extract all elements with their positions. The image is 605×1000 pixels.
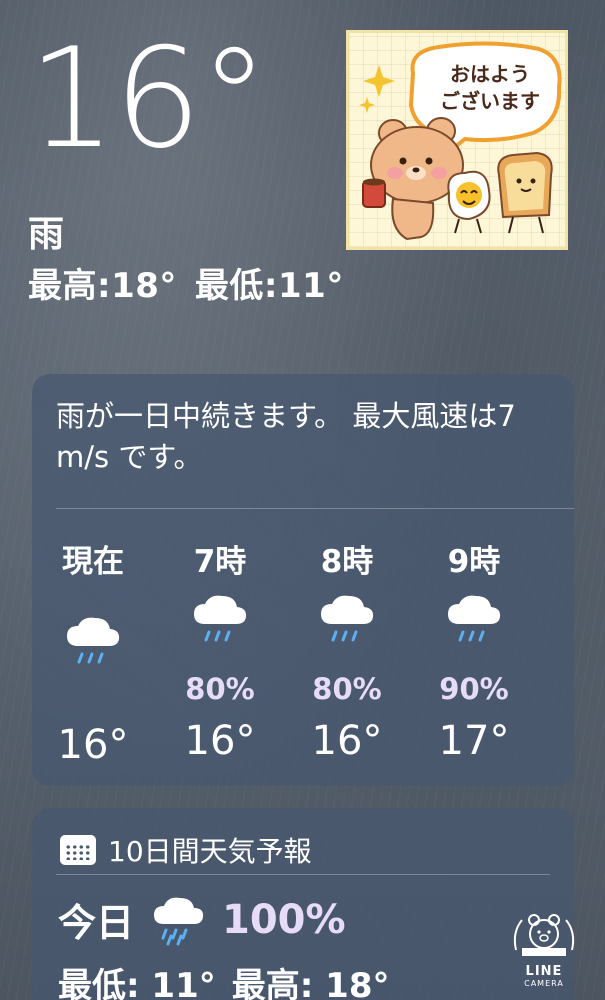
hourly-time-label: 9時 [447, 544, 501, 580]
hourly-temperature: 1 [546, 718, 574, 764]
sticker-greeting-line2: ございます [440, 89, 540, 113]
rain-cloud-icon [38, 616, 148, 676]
rain-cloud-icon [292, 594, 402, 672]
hourly-time-label: 1 [546, 536, 574, 576]
hourly-temperature: 16° [57, 722, 129, 768]
hourly-precip-probability: 90% [439, 672, 509, 706]
hourly-item: 1 9 1 [546, 536, 574, 764]
bear-badge-icon [513, 914, 575, 956]
current-condition: 雨 [28, 214, 65, 255]
hourly-time-label: 8時 [320, 544, 374, 580]
daily-precip-probability: 100% [222, 896, 346, 943]
current-temperature: 16° [28, 18, 269, 179]
hourly-precip-probability [38, 676, 148, 712]
ten-day-forecast-card[interactable]: 10日間天気予報 今日 100% 最低: 11° 最高: 18° [32, 808, 574, 1000]
daily-low-high: 最低: 11° 最高: 18° [58, 958, 406, 1000]
card-divider [56, 874, 550, 875]
current-high: 最高:18° [28, 266, 177, 306]
hourly-time-label: 7時 [193, 544, 247, 580]
hourly-forecast-card[interactable]: 雨が一日中続きます。 最大風速は7 m/s です。 現在 16° 7時 80% 16° 8… [32, 374, 574, 786]
hourly-temperature: 16° [311, 718, 383, 764]
card-divider [56, 508, 574, 509]
daily-row-today[interactable]: 今日 100% [58, 892, 346, 947]
daily-low: 最低: 11° [58, 966, 216, 1000]
watermark-sub: CAMERA [524, 979, 564, 988]
calendar-icon [60, 835, 96, 865]
rain-cloud-icon [546, 594, 574, 672]
sticker-greeting-text: おはよう ございます [415, 61, 565, 115]
ten-day-title: 10日間天気予報 [108, 835, 312, 868]
watermark-brand: LINE [525, 964, 563, 979]
hourly-precip-probability: 80% [312, 672, 382, 706]
hourly-item: 現在 16° [38, 536, 148, 768]
current-high-low: 最高:18° 最低:11° [28, 258, 362, 307]
rain-cloud-icon [165, 594, 275, 672]
hourly-temperature: 17° [438, 718, 510, 764]
hourly-item: 9時 90% 17° [419, 536, 529, 764]
line-camera-watermark: LINE CAMERA [508, 910, 580, 988]
hourly-time-label: 現在 [62, 544, 124, 580]
rain-cloud-icon [419, 594, 529, 672]
daily-day-label: 今日 [58, 901, 135, 945]
sticker-greeting-line1: おはよう [450, 62, 530, 86]
rain-cloud-icon [154, 897, 204, 945]
hourly-temperature: 16° [184, 718, 256, 764]
hourly-item: 8時 80% 16° [292, 536, 402, 764]
ten-day-header: 10日間天気予報 [60, 830, 312, 870]
greeting-sticker: おはよう ございます [346, 30, 568, 250]
current-low: 最低:11° [194, 266, 344, 306]
daily-high: 最高: 18° [231, 966, 390, 1000]
hourly-precip-probability: 9 [546, 672, 574, 708]
hourly-item: 7時 80% 16° [165, 536, 275, 764]
weather-summary: 雨が一日中続きます。 最大風速は7 m/s です。 [56, 399, 516, 475]
hourly-precip-probability: 80% [185, 672, 255, 706]
